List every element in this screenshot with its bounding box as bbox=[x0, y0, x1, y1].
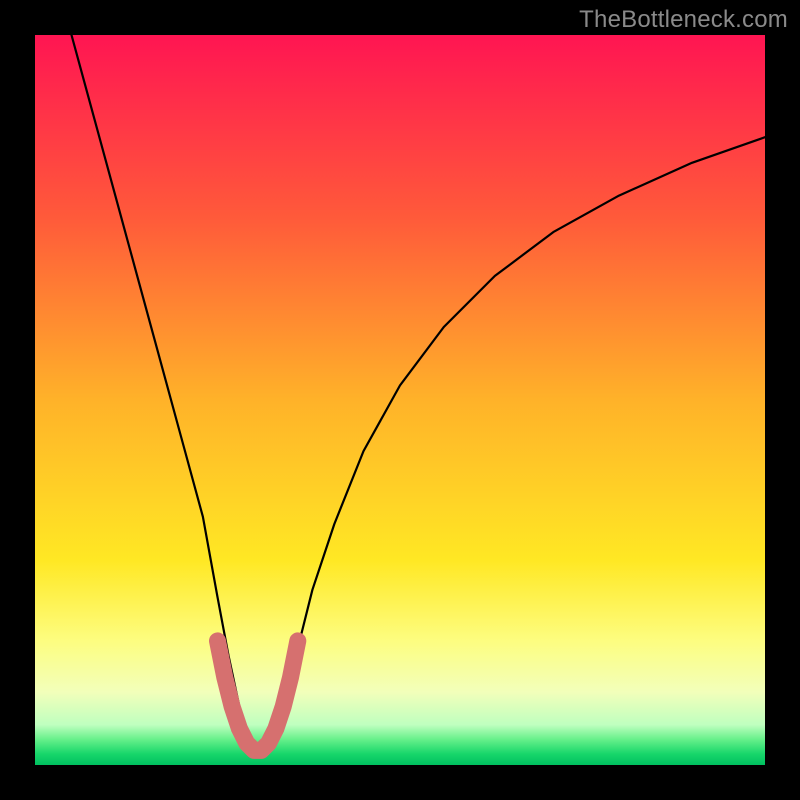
curve-layer bbox=[35, 35, 765, 765]
watermark-text: TheBottleneck.com bbox=[579, 6, 788, 34]
bottleneck-curve bbox=[72, 35, 766, 754]
plot-area bbox=[35, 35, 765, 765]
chart-frame: TheBottleneck.com bbox=[0, 0, 800, 800]
